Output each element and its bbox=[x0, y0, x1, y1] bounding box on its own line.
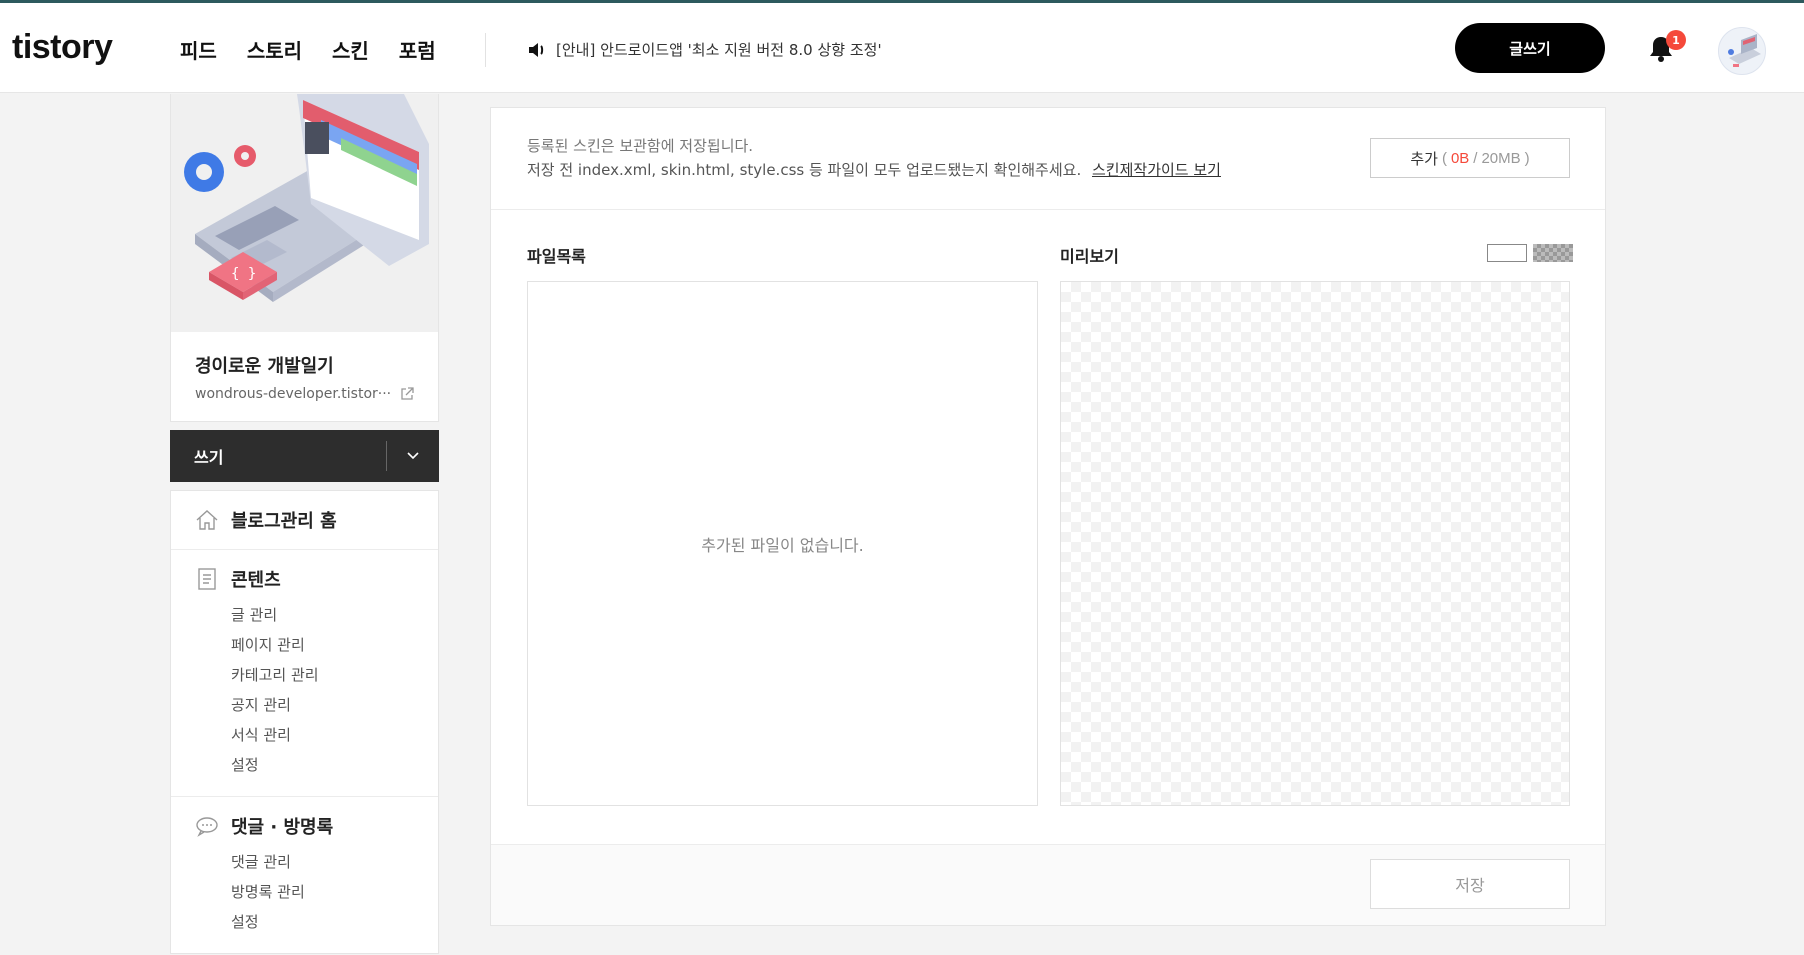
nav-skin[interactable]: 스킨 bbox=[332, 35, 369, 64]
comment-icon bbox=[196, 817, 218, 837]
avatar[interactable] bbox=[1718, 27, 1766, 75]
avatar-laptop-icon bbox=[1728, 34, 1761, 67]
guide-line-2: 저장 전 index.xml, skin.html, style.css 등 파… bbox=[527, 161, 1082, 179]
upload-guide: 등록된 스킨은 보관함에 저장됩니다. 저장 전 index.xml, skin… bbox=[527, 134, 1221, 182]
write-menu-bar: 쓰기 bbox=[170, 430, 439, 482]
speaker-icon bbox=[528, 42, 546, 58]
blog-url[interactable]: wondrous-developer.tistor··· bbox=[195, 386, 391, 402]
chevron-down-icon bbox=[407, 452, 419, 460]
file-list-title: 파일목록 bbox=[527, 247, 586, 266]
file-list: 추가된 파일이 없습니다. bbox=[527, 281, 1038, 806]
write-post-button[interactable]: 글쓰기 bbox=[1455, 23, 1605, 73]
guide-line-2-row: 저장 전 index.xml, skin.html, style.css 등 파… bbox=[527, 158, 1221, 182]
preview-area bbox=[1060, 281, 1570, 806]
nav-divider bbox=[485, 33, 486, 67]
notification-badge: 1 bbox=[1666, 30, 1686, 50]
menu-section-contents: 콘텐츠 글 관리 페이지 관리 카테고리 관리 공지 관리 서식 관리 설정 bbox=[171, 550, 438, 797]
global-nav: 피드 스토리 스킨 포럼 bbox=[180, 35, 436, 64]
contents-submenu: 글 관리 페이지 관리 카테고리 관리 공지 관리 서식 관리 설정 bbox=[195, 600, 414, 780]
nav-story[interactable]: 스토리 bbox=[247, 35, 302, 64]
write-menu-button[interactable]: 쓰기 bbox=[170, 444, 386, 468]
save-button[interactable]: 저장 bbox=[1370, 859, 1570, 909]
blog-cover-illustration: { } bbox=[170, 94, 439, 332]
empty-file-message: 추가된 파일이 없습니다. bbox=[701, 535, 864, 555]
menu-section-comments: 댓글 · 방명록 댓글 관리 방명록 관리 설정 bbox=[171, 797, 438, 953]
external-link-icon[interactable] bbox=[400, 387, 414, 401]
sidebar-item-categories[interactable]: 카테고리 관리 bbox=[231, 660, 414, 690]
skin-guide-link[interactable]: 스킨제작가이드 보기 bbox=[1092, 161, 1221, 179]
menu-section-home: 블로그관리 홈 bbox=[171, 491, 438, 550]
sidebar-item-label: 콘텐츠 bbox=[231, 570, 281, 591]
sidebar-item-comment-settings[interactable]: 설정 bbox=[231, 907, 414, 937]
paren-close: ) bbox=[1524, 149, 1530, 167]
paren-open: ( bbox=[1441, 149, 1447, 167]
sidebar-item-label: 댓글 · 방명록 bbox=[231, 817, 334, 838]
preview-background-toggle bbox=[1487, 244, 1573, 262]
sidebar-item-posts[interactable]: 글 관리 bbox=[231, 600, 414, 630]
global-header: tistory 피드 스토리 스킨 포럼 [안내] 안드로이드앱 '최소 지원 … bbox=[0, 3, 1804, 93]
blog-title[interactable]: 경이로운 개발일기 bbox=[195, 352, 414, 378]
blog-info: 경이로운 개발일기 wondrous-developer.tistor··· bbox=[170, 332, 439, 422]
sidebar: { } 경이로운 개발일기 wondrous-developer.tistor·… bbox=[170, 94, 439, 954]
add-file-button[interactable]: 추가 (0B/20MB) bbox=[1370, 138, 1570, 178]
sidebar-item-comments[interactable]: 댓글 · 방명록 bbox=[195, 813, 414, 839]
divider bbox=[491, 209, 1605, 210]
sidebar-item-home[interactable]: 블로그관리 홈 bbox=[195, 507, 414, 533]
storage-sep: / bbox=[1473, 149, 1478, 167]
preview-title: 미리보기 bbox=[1060, 247, 1119, 266]
nav-feed[interactable]: 피드 bbox=[180, 35, 217, 64]
sidebar-item-contents[interactable]: 콘텐츠 bbox=[195, 566, 414, 592]
guide-line-1: 등록된 스킨은 보관함에 저장됩니다. bbox=[527, 137, 754, 155]
sidebar-item-pages[interactable]: 페이지 관리 bbox=[231, 630, 414, 660]
blog-admin-menu: 블로그관리 홈 콘텐츠 글 관리 페이지 관리 카테고리 관리 공지 관리 서식… bbox=[170, 490, 439, 954]
white-background-button[interactable] bbox=[1487, 244, 1527, 262]
sidebar-item-content-settings[interactable]: 설정 bbox=[231, 750, 414, 780]
sidebar-item-guestbook-manage[interactable]: 방명록 관리 bbox=[231, 877, 414, 907]
sidebar-item-label: 블로그관리 홈 bbox=[231, 511, 337, 532]
comments-submenu: 댓글 관리 방명록 관리 설정 bbox=[195, 847, 414, 937]
tistory-logo[interactable]: tistory bbox=[12, 28, 113, 67]
laptop-illustration-icon: { } bbox=[184, 94, 429, 302]
storage-limit: 20MB bbox=[1481, 149, 1521, 167]
transparent-background-button[interactable] bbox=[1533, 244, 1573, 262]
notice-text[interactable]: [안내] 안드로이드앱 '최소 지원 버전 8.0 상향 조정' bbox=[556, 39, 882, 60]
home-icon bbox=[196, 510, 218, 530]
write-menu-toggle[interactable] bbox=[387, 430, 439, 482]
skin-upload-panel: 등록된 스킨은 보관함에 저장됩니다. 저장 전 index.xml, skin… bbox=[490, 107, 1606, 926]
svg-text:{ }: { } bbox=[231, 266, 256, 282]
document-icon bbox=[198, 568, 216, 590]
add-file-label: 추가 bbox=[1410, 150, 1438, 168]
notice-banner[interactable]: [안내] 안드로이드앱 '최소 지원 버전 8.0 상향 조정' bbox=[528, 39, 882, 60]
sidebar-item-comment-manage[interactable]: 댓글 관리 bbox=[231, 847, 414, 877]
storage-used: 0B bbox=[1450, 149, 1470, 167]
blog-url-row: wondrous-developer.tistor··· bbox=[195, 386, 414, 402]
panel-footer: 저장 bbox=[491, 844, 1605, 925]
nav-forum[interactable]: 포럼 bbox=[399, 35, 436, 64]
sidebar-item-notices[interactable]: 공지 관리 bbox=[231, 690, 414, 720]
sidebar-item-templates[interactable]: 서식 관리 bbox=[231, 720, 414, 750]
